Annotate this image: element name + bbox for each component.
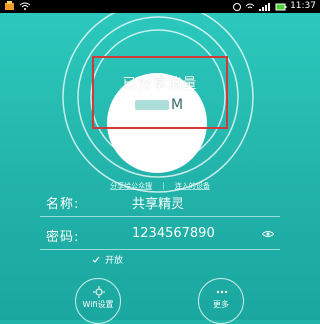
name-underline bbox=[40, 216, 280, 217]
password-row: 密码: 1234567890 bbox=[40, 226, 280, 250]
blurred-amount bbox=[135, 100, 169, 110]
share-link[interactable]: 分享给公众搜 bbox=[110, 182, 152, 190]
password-label: 密码: bbox=[46, 230, 80, 245]
more-button[interactable]: 更多 bbox=[198, 278, 244, 324]
name-row: 名称: 共享精灵 bbox=[40, 193, 280, 217]
status-bar: 11:37 bbox=[0, 0, 320, 13]
share-amount: M bbox=[135, 97, 183, 113]
signal-icon bbox=[259, 2, 271, 11]
wifi-settings-label: Wifi设置 bbox=[82, 300, 114, 309]
notification-app-icon bbox=[5, 1, 14, 10]
name-label: 名称: bbox=[46, 197, 80, 212]
dots-icon bbox=[216, 290, 228, 294]
links-row: 分享给公众搜 | 连入的设备 bbox=[0, 181, 320, 191]
status-time: 11:37 bbox=[290, 1, 316, 11]
status-left bbox=[4, 1, 31, 11]
gear-icon bbox=[93, 286, 105, 298]
check-icon[interactable] bbox=[92, 256, 100, 264]
open-label: 开放 bbox=[105, 256, 124, 266]
eye-icon[interactable] bbox=[262, 230, 274, 238]
alarm-icon bbox=[233, 2, 242, 11]
share-screen: 已分享流量 M 分享给公众搜 | 连入的设备 名称: 共享精灵 密码: 1234… bbox=[0, 13, 320, 324]
name-value[interactable]: 共享精灵 bbox=[132, 193, 184, 212]
divider: | bbox=[162, 182, 165, 190]
wifi-settings-button[interactable]: Wifi设置 bbox=[75, 278, 121, 324]
connected-devices-link[interactable]: 连入的设备 bbox=[175, 182, 210, 190]
open-toggle-row[interactable]: 开放 bbox=[92, 253, 123, 266]
wifi-icon bbox=[245, 3, 255, 8]
status-right: 11:37 bbox=[232, 0, 316, 13]
more-label: 更多 bbox=[213, 300, 229, 309]
battery-icon bbox=[275, 3, 287, 10]
share-title: 已分享流量 bbox=[122, 76, 198, 92]
unit-label: M bbox=[171, 97, 184, 113]
password-underline bbox=[40, 249, 280, 250]
password-value[interactable]: 1234567890 bbox=[132, 226, 215, 241]
wifi-signal-icon bbox=[19, 2, 31, 10]
